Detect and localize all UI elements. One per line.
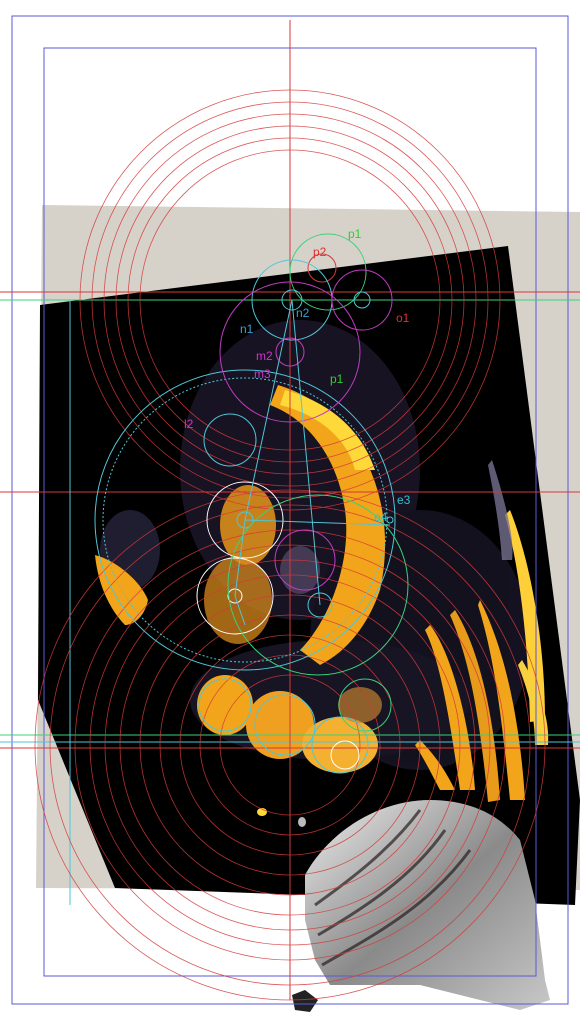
label-p1-top: p1 [348, 227, 362, 241]
scan-debris-2 [298, 817, 306, 827]
label-e4: e4 [374, 510, 388, 524]
label-l2: l2 [184, 417, 194, 431]
mechanism-reconstruction-figure: p1 p2 o1 n1 n2 m2 m3 p1 l2 e3 e4 [0, 0, 580, 1024]
label-m3: m3 [254, 367, 271, 381]
label-p2: p2 [313, 245, 327, 259]
label-n1: n1 [240, 322, 254, 336]
label-e3: e3 [397, 493, 411, 507]
label-m2: m2 [256, 349, 273, 363]
label-p1-mid: p1 [330, 372, 344, 386]
label-o1: o1 [396, 311, 410, 325]
label-n2: n2 [296, 306, 310, 320]
